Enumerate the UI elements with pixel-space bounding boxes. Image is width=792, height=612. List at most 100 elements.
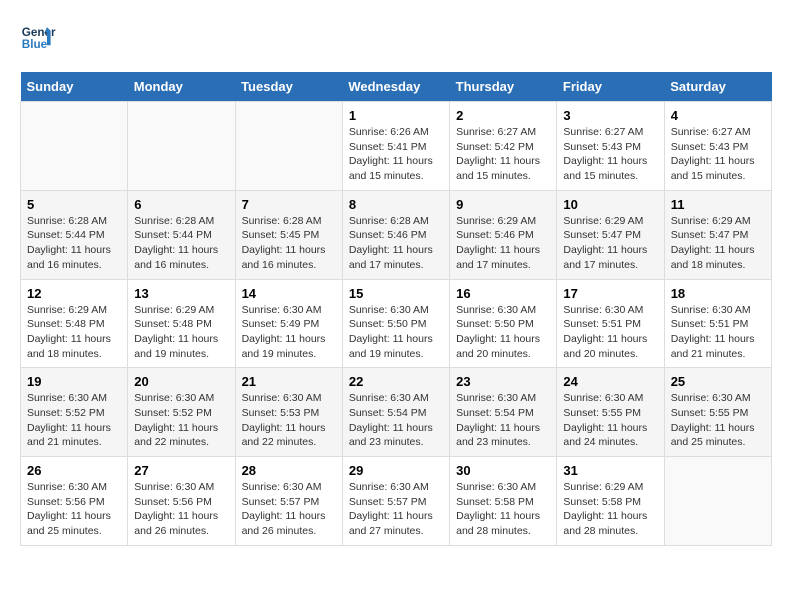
calendar-cell: 10Sunrise: 6:29 AM Sunset: 5:47 PM Dayli… (557, 190, 664, 279)
week-row-3: 12 Sunrise: 6:29 AM Sunset: 5:48 PM Dayli… (21, 279, 772, 368)
calendar-cell: 27 Sunrise: 6:30 AM Sunset: 5:56 PM Dayli… (128, 457, 235, 546)
calendar-cell: 17 Sunrise: 6:30 AM Sunset: 5:51 PM Dayli… (557, 279, 664, 368)
calendar-cell: 16 Sunrise: 6:30 AM Sunset: 5:50 PM Dayli… (450, 279, 557, 368)
week-row-4: 19 Sunrise: 6:30 AM Sunset: 5:52 PM Dayli… (21, 368, 772, 457)
calendar-cell: 1 Sunrise: 6:26 AM Sunset: 5:41 PM Daylig… (342, 102, 449, 191)
week-row-1: 1 Sunrise: 6:26 AM Sunset: 5:41 PM Daylig… (21, 102, 772, 191)
day-detail: Sunrise: 6:29 AM Sunset: 5:48 PM Dayligh… (134, 303, 228, 362)
calendar-cell: 26 Sunrise: 6:30 AM Sunset: 5:56 PM Dayli… (21, 457, 128, 546)
day-detail: Sunrise: 6:27 AM Sunset: 5:43 PM Dayligh… (671, 125, 765, 184)
day-detail: Sunrise: 6:26 AM Sunset: 5:41 PM Dayligh… (349, 125, 443, 184)
col-saturday: Saturday (664, 72, 771, 102)
calendar-cell (664, 457, 771, 546)
day-number: 17 (563, 286, 657, 301)
day-number: 30 (456, 463, 550, 478)
day-detail: Sunrise: 6:28 AM Sunset: 5:45 PM Dayligh… (242, 214, 336, 273)
day-detail: Sunrise: 6:30 AM Sunset: 5:57 PM Dayligh… (349, 480, 443, 539)
day-number: 8 (349, 197, 443, 212)
day-number: 27 (134, 463, 228, 478)
day-number: 22 (349, 374, 443, 389)
day-number: 1 (349, 108, 443, 123)
day-number: 11 (671, 197, 765, 212)
col-wednesday: Wednesday (342, 72, 449, 102)
day-number: 12 (27, 286, 121, 301)
day-number: 25 (671, 374, 765, 389)
calendar-cell: 14Sunrise: 6:30 AM Sunset: 5:49 PM Dayli… (235, 279, 342, 368)
day-detail: Sunrise: 6:30 AM Sunset: 5:54 PM Dayligh… (349, 391, 443, 450)
day-number: 24 (563, 374, 657, 389)
day-detail: Sunrise: 6:30 AM Sunset: 5:56 PM Dayligh… (134, 480, 228, 539)
day-number: 26 (27, 463, 121, 478)
day-detail: Sunrise: 6:30 AM Sunset: 5:55 PM Dayligh… (671, 391, 765, 450)
day-number: 5 (27, 197, 121, 212)
header-row: Sunday Monday Tuesday Wednesday Thursday… (21, 72, 772, 102)
day-detail: Sunrise: 6:30 AM Sunset: 5:57 PM Dayligh… (242, 480, 336, 539)
day-detail: Sunrise: 6:30 AM Sunset: 5:56 PM Dayligh… (27, 480, 121, 539)
calendar-body: 1 Sunrise: 6:26 AM Sunset: 5:41 PM Daylig… (21, 102, 772, 546)
day-number: 10 (563, 197, 657, 212)
calendar-cell: 15Sunrise: 6:30 AM Sunset: 5:50 PM Dayli… (342, 279, 449, 368)
day-number: 14 (242, 286, 336, 301)
day-number: 21 (242, 374, 336, 389)
day-detail: Sunrise: 6:28 AM Sunset: 5:44 PM Dayligh… (134, 214, 228, 273)
day-detail: Sunrise: 6:30 AM Sunset: 5:54 PM Dayligh… (456, 391, 550, 450)
calendar-table: Sunday Monday Tuesday Wednesday Thursday… (20, 72, 772, 546)
page-header: General Blue (20, 20, 772, 56)
calendar-header: Sunday Monday Tuesday Wednesday Thursday… (21, 72, 772, 102)
day-number: 4 (671, 108, 765, 123)
col-thursday: Thursday (450, 72, 557, 102)
calendar-cell: 3Sunrise: 6:27 AM Sunset: 5:43 PM Daylig… (557, 102, 664, 191)
calendar-cell: 21 Sunrise: 6:30 AM Sunset: 5:53 PM Dayli… (235, 368, 342, 457)
day-number: 28 (242, 463, 336, 478)
day-detail: Sunrise: 6:30 AM Sunset: 5:55 PM Dayligh… (563, 391, 657, 450)
calendar-cell: 31Sunrise: 6:29 AM Sunset: 5:58 PM Dayli… (557, 457, 664, 546)
day-detail: Sunrise: 6:27 AM Sunset: 5:43 PM Dayligh… (563, 125, 657, 184)
day-number: 6 (134, 197, 228, 212)
day-detail: Sunrise: 6:30 AM Sunset: 5:52 PM Dayligh… (27, 391, 121, 450)
day-number: 13 (134, 286, 228, 301)
calendar-cell: 29 Sunrise: 6:30 AM Sunset: 5:57 PM Dayli… (342, 457, 449, 546)
calendar-cell: 8 Sunrise: 6:28 AM Sunset: 5:46 PM Daylig… (342, 190, 449, 279)
calendar-cell: 12 Sunrise: 6:29 AM Sunset: 5:48 PM Dayli… (21, 279, 128, 368)
logo: General Blue (20, 20, 56, 56)
day-number: 15 (349, 286, 443, 301)
day-detail: Sunrise: 6:30 AM Sunset: 5:53 PM Dayligh… (242, 391, 336, 450)
day-number: 29 (349, 463, 443, 478)
calendar-cell: 13 Sunrise: 6:29 AM Sunset: 5:48 PM Dayli… (128, 279, 235, 368)
calendar-cell: 20Sunrise: 6:30 AM Sunset: 5:52 PM Dayli… (128, 368, 235, 457)
calendar-cell: 2 Sunrise: 6:27 AM Sunset: 5:42 PM Daylig… (450, 102, 557, 191)
col-monday: Monday (128, 72, 235, 102)
calendar-cell: 19 Sunrise: 6:30 AM Sunset: 5:52 PM Dayli… (21, 368, 128, 457)
day-number: 7 (242, 197, 336, 212)
calendar-cell: 4 Sunrise: 6:27 AM Sunset: 5:43 PM Daylig… (664, 102, 771, 191)
day-detail: Sunrise: 6:30 AM Sunset: 5:58 PM Dayligh… (456, 480, 550, 539)
day-number: 9 (456, 197, 550, 212)
day-number: 19 (27, 374, 121, 389)
calendar-cell: 5Sunrise: 6:28 AM Sunset: 5:44 PM Daylig… (21, 190, 128, 279)
day-detail: Sunrise: 6:29 AM Sunset: 5:48 PM Dayligh… (27, 303, 121, 362)
calendar-cell (128, 102, 235, 191)
col-sunday: Sunday (21, 72, 128, 102)
day-detail: Sunrise: 6:28 AM Sunset: 5:46 PM Dayligh… (349, 214, 443, 273)
day-detail: Sunrise: 6:29 AM Sunset: 5:58 PM Dayligh… (563, 480, 657, 539)
day-detail: Sunrise: 6:27 AM Sunset: 5:42 PM Dayligh… (456, 125, 550, 184)
calendar-cell: 23Sunrise: 6:30 AM Sunset: 5:54 PM Dayli… (450, 368, 557, 457)
day-detail: Sunrise: 6:30 AM Sunset: 5:51 PM Dayligh… (563, 303, 657, 362)
week-row-5: 26 Sunrise: 6:30 AM Sunset: 5:56 PM Dayli… (21, 457, 772, 546)
calendar-cell: 24 Sunrise: 6:30 AM Sunset: 5:55 PM Dayli… (557, 368, 664, 457)
calendar-cell (235, 102, 342, 191)
calendar-cell: 28 Sunrise: 6:30 AM Sunset: 5:57 PM Dayli… (235, 457, 342, 546)
calendar-cell: 25 Sunrise: 6:30 AM Sunset: 5:55 PM Dayli… (664, 368, 771, 457)
day-number: 16 (456, 286, 550, 301)
day-number: 2 (456, 108, 550, 123)
day-detail: Sunrise: 6:29 AM Sunset: 5:46 PM Dayligh… (456, 214, 550, 273)
calendar-cell: 30 Sunrise: 6:30 AM Sunset: 5:58 PM Dayli… (450, 457, 557, 546)
day-detail: Sunrise: 6:30 AM Sunset: 5:51 PM Dayligh… (671, 303, 765, 362)
day-number: 18 (671, 286, 765, 301)
calendar-cell: 18 Sunrise: 6:30 AM Sunset: 5:51 PM Dayli… (664, 279, 771, 368)
day-number: 20 (134, 374, 228, 389)
col-friday: Friday (557, 72, 664, 102)
day-detail: Sunrise: 6:30 AM Sunset: 5:50 PM Dayligh… (456, 303, 550, 362)
day-detail: Sunrise: 6:29 AM Sunset: 5:47 PM Dayligh… (671, 214, 765, 273)
calendar-cell: 7 Sunrise: 6:28 AM Sunset: 5:45 PM Daylig… (235, 190, 342, 279)
